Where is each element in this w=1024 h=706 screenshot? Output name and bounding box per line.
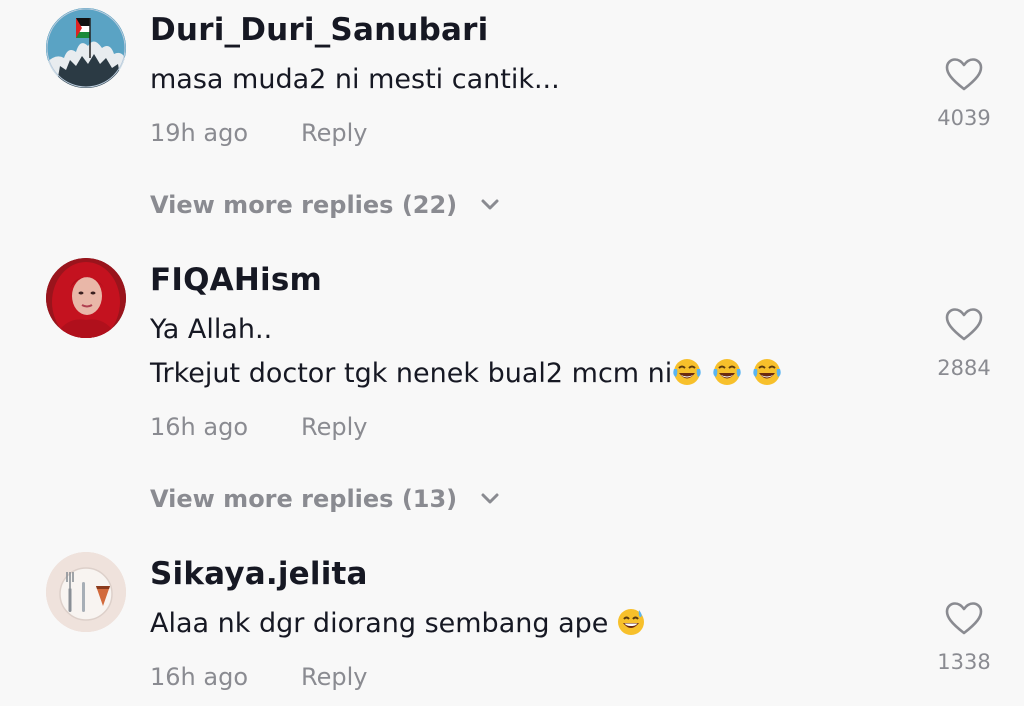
comment-item: Sikaya.jelita Alaa nk dgr diorang semban… <box>0 0 1024 706</box>
comment-text-line: Alaa nk dgr diorang sembang ape <box>150 608 609 639</box>
reply-button[interactable]: Reply <box>301 661 367 693</box>
heart-icon[interactable] <box>945 601 983 637</box>
comment-text: Alaa nk dgr diorang sembang ape <box>150 606 646 642</box>
cutlery-plate-avatar-icon <box>46 552 126 632</box>
timestamp: 16h ago <box>150 663 249 691</box>
like-count: 1338 <box>937 650 991 674</box>
like-control: 1338 <box>915 601 1013 675</box>
comment-meta: 16h ago Reply <box>150 661 367 693</box>
grinning-face-with-sweat-icon <box>618 609 645 635</box>
avatar[interactable] <box>46 552 126 632</box>
username[interactable]: Sikaya.jelita <box>150 554 368 594</box>
